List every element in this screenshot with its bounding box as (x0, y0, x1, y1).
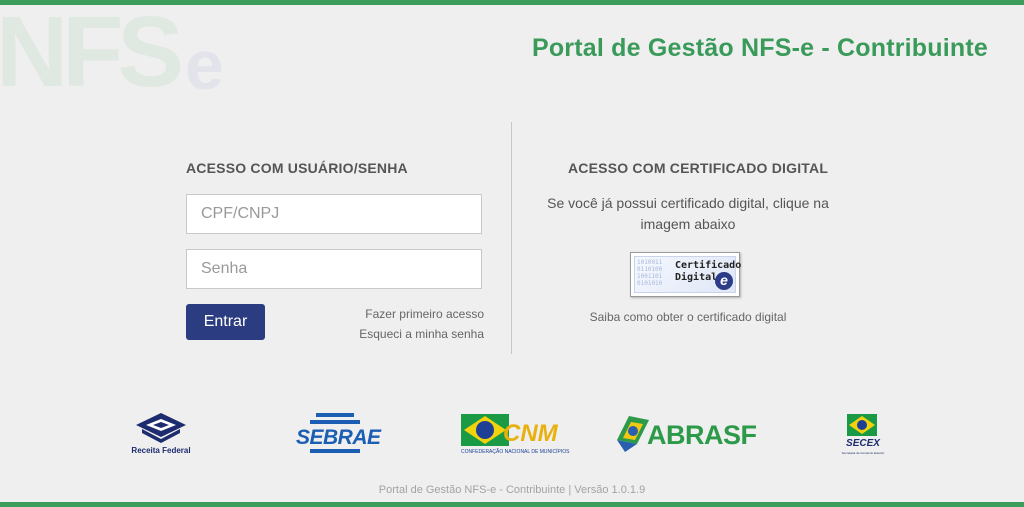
receita-federal-label: Receita Federal (131, 446, 191, 455)
secex-label: SECEX (846, 438, 880, 449)
sebrae-label: SEBRAE (296, 426, 381, 449)
binary-pattern-icon: 1010011 0110100 1001101 0101010 (637, 259, 663, 287)
login-button[interactable]: Entrar (186, 304, 265, 340)
password-input[interactable] (186, 249, 482, 289)
secex-caption: Secretaria de Comércio Exterior (841, 451, 885, 455)
receita-federal-logo: Receita Federal (130, 411, 192, 459)
secex-flag-icon (847, 414, 877, 436)
certificate-description: Se você já possui certificado digital, c… (547, 195, 829, 232)
cnm-logo: CNM CONFEDERAÇÃO NACIONAL DE MUNICÍPIOS (461, 412, 570, 458)
cpf-cnpj-input[interactable] (186, 194, 482, 234)
login-section-title: ACESSO COM USUÁRIO/SENHA (186, 160, 408, 176)
certificate-section-title: ACESSO COM CERTIFICADO DIGITAL (568, 160, 829, 176)
page-title: Portal de Gestão NFS-e - Contribuinte (531, 34, 988, 62)
section-divider (511, 122, 512, 354)
first-access-link[interactable]: Fazer primeiro acesso (365, 307, 484, 321)
bottom-accent-bar (0, 502, 1024, 507)
certificate-image-line2: Digital (675, 272, 718, 283)
cnm-flag-icon (461, 414, 509, 446)
cnm-caption: CONFEDERAÇÃO NACIONAL DE MUNICÍPIOS (461, 449, 570, 455)
digital-certificate-button[interactable]: 1010011 0110100 1001101 0101010 Certificado… (630, 252, 741, 297)
watermark-nfs-text: NFS (0, 0, 184, 108)
sebrae-logo: SEBRAE (296, 413, 381, 457)
secex-logo: SECEX Secretaria de Comércio Exterior (833, 412, 893, 460)
forgot-password-link[interactable]: Esqueci a minha senha (359, 327, 484, 341)
certificate-e-badge-icon: e (715, 272, 733, 290)
abrasf-logo: ABRASF (613, 412, 777, 458)
receita-federal-emblem-icon (136, 413, 186, 443)
certificate-image-line1: Certificado (675, 260, 742, 271)
abrasf-label: ABRASF (647, 420, 757, 450)
certificate-image-panel: 1010011 0110100 1001101 0101010 Certificado… (634, 256, 741, 293)
cnm-label: CNM (503, 420, 558, 447)
nfse-watermark-logo: NFS e (0, 2, 250, 104)
footer-version-text: Portal de Gestão NFS-e - Contribuinte | … (378, 484, 646, 496)
watermark-e-text: e (185, 26, 224, 104)
certificate-help-link[interactable]: Saiba como obter o certificado digital (560, 310, 816, 324)
